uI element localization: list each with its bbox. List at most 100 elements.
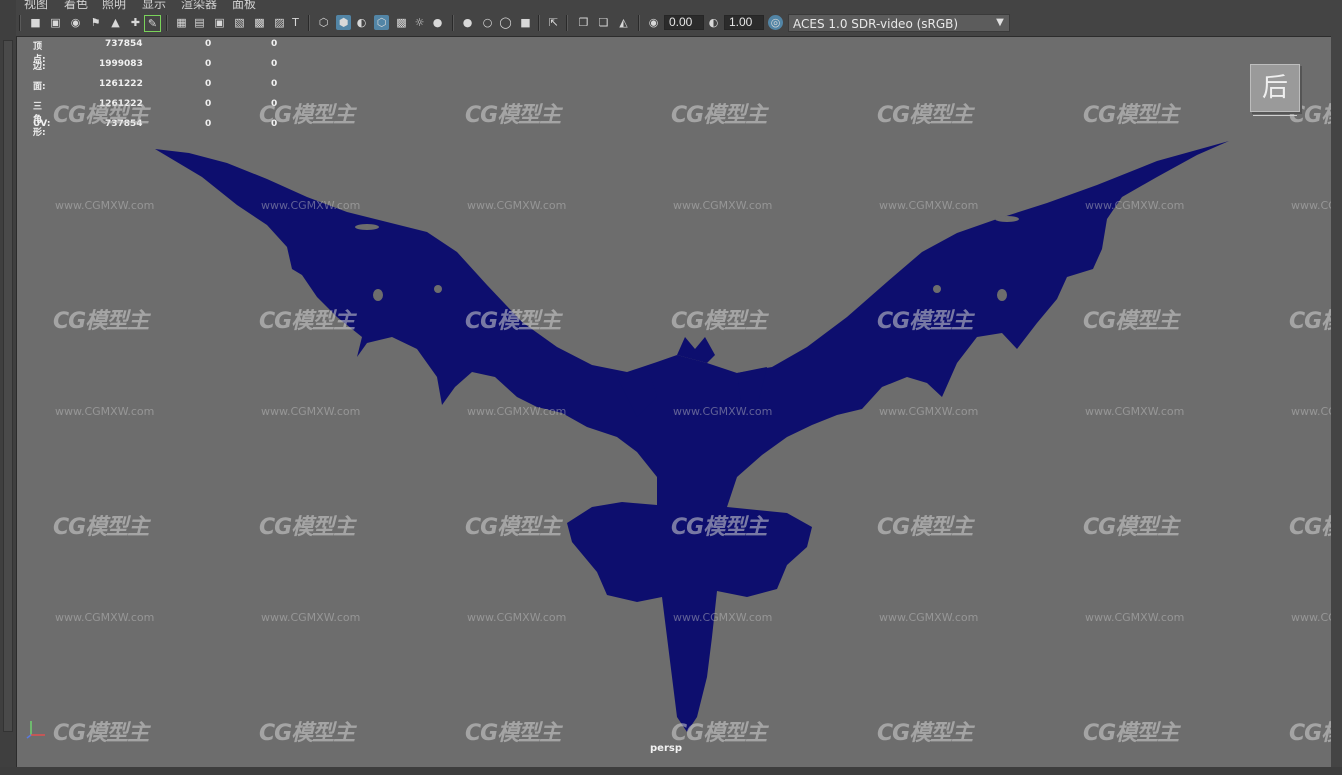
xray-icon[interactable]: ❐ [576, 15, 591, 30]
menu-view[interactable]: 视图 [24, 0, 48, 10]
watermark-url: www.CGMXW.com [673, 405, 773, 418]
watermark-url: www.CGMXW.com [55, 199, 155, 212]
watermark-logo: CG模型主 [53, 515, 149, 540]
watermark-logo: CG模型主 [53, 309, 149, 334]
watermark-logo: CG模型主 [671, 721, 767, 746]
textured-icon[interactable]: ▩ [394, 15, 409, 30]
hud-triangles: 0 [271, 39, 278, 49]
watermark-logo: CG模型主 [1289, 515, 1331, 540]
watermark-url: www.CGMXW.com [1085, 611, 1185, 624]
watermark-url: www.CGMXW.com [879, 199, 979, 212]
watermark-url: www.CGMXW.com [467, 199, 567, 212]
grease-pencil-icon[interactable]: ✎ [144, 15, 161, 32]
two-d-pan-zoom-icon[interactable]: ✚ [128, 15, 143, 30]
view-cube-back[interactable]: 后 [1250, 64, 1300, 112]
watermark-url: www.CGMXW.com [55, 611, 155, 624]
hud-selected: 0 [205, 99, 212, 109]
hud-selected: 0 [205, 79, 212, 89]
use-all-lights-icon[interactable]: ☼ [412, 15, 427, 30]
film-gate-icon[interactable]: ▤ [192, 15, 207, 30]
default-material-icon[interactable]: ◐ [354, 15, 369, 30]
bookmark-flag-icon[interactable]: ⚑ [88, 15, 103, 30]
watermark-logo: CG模型主 [1289, 309, 1331, 334]
xray-joints-icon[interactable]: ❏ [596, 15, 611, 30]
menu-panels[interactable]: 面板 [232, 0, 256, 10]
camera-name-label: persp [650, 743, 682, 754]
camera-attributes-icon[interactable]: ▣ [48, 15, 63, 30]
motion-blur-icon[interactable]: ○ [480, 15, 495, 30]
hud-selected: 0 [205, 39, 212, 49]
watermark-url: www.CGMXW.com [261, 199, 361, 212]
grid-icon[interactable]: ▦ [174, 15, 189, 30]
hud-label: 边: [33, 62, 46, 72]
toolbar-separator [538, 15, 540, 31]
right-panel-edge [1331, 36, 1342, 775]
watermark-url: www.CGMXW.com [673, 611, 773, 624]
safe-title-icon[interactable]: T [288, 15, 303, 30]
watermark-logo: CG模型主 [259, 103, 355, 128]
toolbar-separator [566, 15, 568, 31]
perspective-viewport[interactable]: 顶点: 737854 0 0 边: 1999083 0 0 面: 1261222… [16, 36, 1332, 769]
watermark-url: www.CGMXW.com [467, 405, 567, 418]
color-management-icon[interactable]: ◎ [768, 15, 783, 30]
hud-selected: 0 [205, 59, 212, 69]
menu-renderer[interactable]: 渲染器 [181, 0, 217, 10]
watermark-logo: CG模型主 [259, 515, 355, 540]
hud-triangles: 0 [271, 79, 278, 89]
toolbar-separator [638, 15, 640, 31]
shadows-icon[interactable]: ● [430, 15, 445, 30]
menu-lighting[interactable]: 照明 [102, 0, 126, 10]
watermark-url: www.CGMXW.com [1291, 199, 1331, 212]
gamma-icon[interactable]: ◐ [706, 15, 721, 30]
watermark-logo: CG模型主 [259, 721, 355, 746]
bottom-panel-edge [0, 767, 1342, 775]
isolate-select-icon[interactable]: ⇱ [546, 15, 561, 30]
anti-aliasing-icon[interactable]: ◯ [498, 15, 513, 30]
image-plane-icon[interactable]: ▲ [108, 15, 123, 30]
dragon-model[interactable] [17, 37, 1331, 768]
hud-count: 1261222 [99, 79, 143, 89]
exposure-field[interactable] [664, 15, 704, 30]
watermark-logo: CG模型主 [1289, 721, 1331, 746]
watermark-logo: CG模型主 [53, 721, 149, 746]
watermark-logo: CG模型主 [1083, 309, 1179, 334]
watermark-logo: CG模型主 [1083, 515, 1179, 540]
panel-toolbar: ■ ▣ ◉ ⚑ ▲ ✚ ✎ ▦ ▤ ▣ ▧ ▩ ▨ T ⬡ ⬢ ◐ ⬡ ▩ ☼ … [16, 10, 1342, 37]
color-space-dropdown[interactable]: ACES 1.0 SDR-video (sRGB) ▼ [788, 14, 1010, 32]
hud-count: 1999083 [99, 59, 143, 69]
watermark-logo: CG模型主 [877, 309, 973, 334]
watermark-logo: CG模型主 [671, 103, 767, 128]
gamma-field[interactable] [724, 15, 764, 30]
toolbar-separator [308, 15, 310, 31]
wireframe-icon[interactable]: ⬡ [316, 15, 331, 30]
watermark-logo: CG模型主 [465, 309, 561, 334]
watermark-url: www.CGMXW.com [261, 405, 361, 418]
watermark-url: www.CGMXW.com [261, 611, 361, 624]
vertical-scrollbar[interactable] [3, 40, 13, 732]
toolbar-separator [19, 15, 21, 31]
resolution-gate-icon[interactable]: ▣ [212, 15, 227, 30]
exposure-icon[interactable]: ◉ [646, 15, 661, 30]
menu-shading[interactable]: 着色 [64, 0, 88, 10]
smooth-shade-icon[interactable]: ⬢ [336, 15, 351, 30]
gate-mask-icon[interactable]: ▧ [232, 15, 247, 30]
screen-space-ao-icon[interactable]: ● [460, 15, 475, 30]
select-camera-icon[interactable]: ■ [28, 15, 43, 30]
chevron-down-icon: ▼ [996, 17, 1004, 28]
hud-selected: 0 [205, 119, 212, 129]
hud-label: UV: [33, 119, 51, 129]
wireframe-on-shaded-icon[interactable]: ⬡ [374, 15, 389, 30]
watermark-url: www.CGMXW.com [1291, 405, 1331, 418]
safe-action-icon[interactable]: ▨ [272, 15, 287, 30]
xray-active-components-icon[interactable]: ◭ [616, 15, 631, 30]
field-chart-icon[interactable]: ▩ [252, 15, 267, 30]
toolbar-separator [452, 15, 454, 31]
watermark-logo: CG模型主 [671, 309, 767, 334]
depth-of-field-icon[interactable]: ■ [518, 15, 533, 30]
menu-show[interactable]: 显示 [142, 0, 166, 10]
bookmarks-icon[interactable]: ◉ [68, 15, 83, 30]
watermark-logo: CG模型主 [465, 103, 561, 128]
watermark-url: www.CGMXW.com [879, 611, 979, 624]
left-shelf-strip [0, 0, 17, 775]
watermark-url: www.CGMXW.com [1291, 611, 1331, 624]
